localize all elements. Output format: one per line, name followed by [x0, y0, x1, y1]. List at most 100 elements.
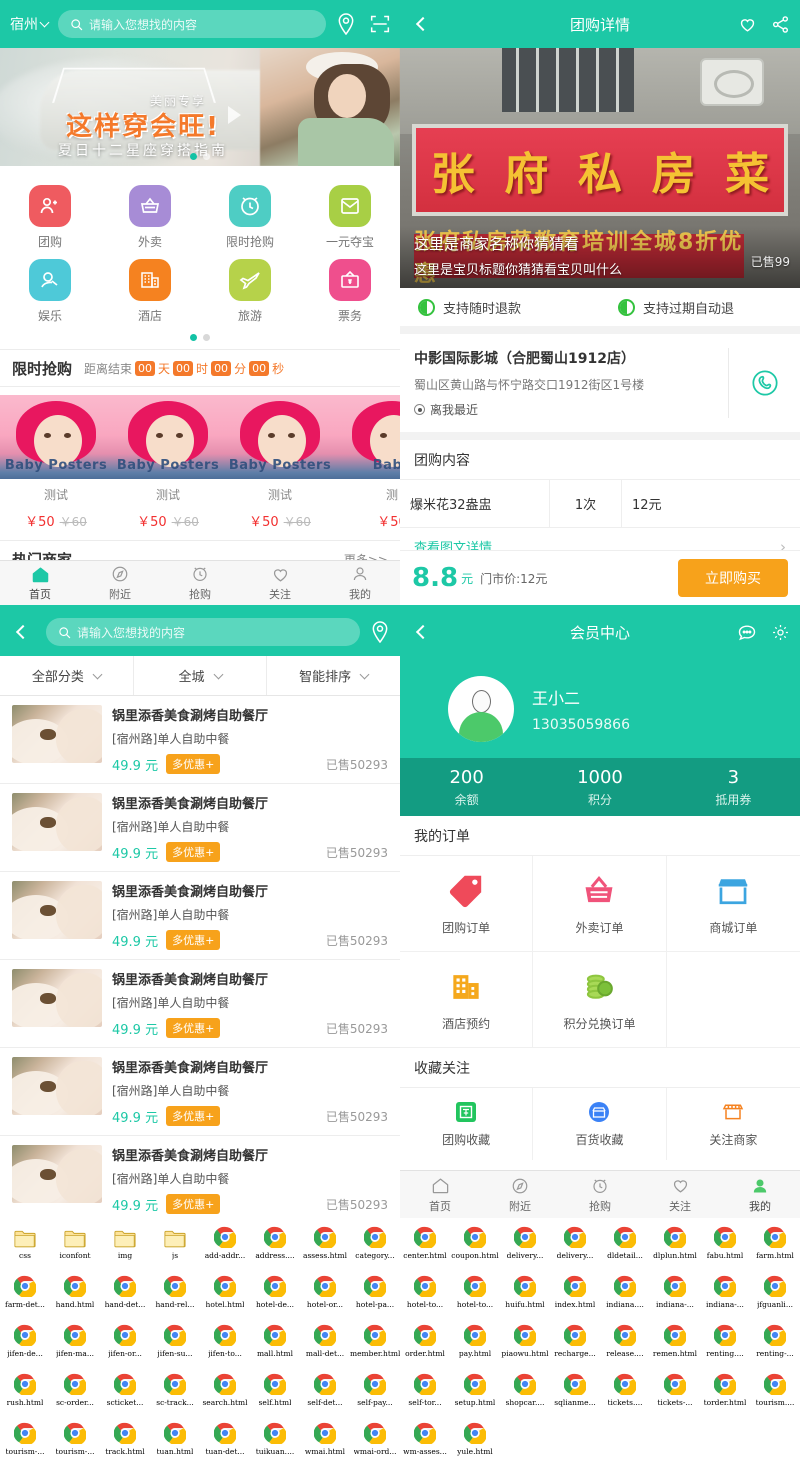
html-file-item[interactable]: setup.html	[450, 1369, 500, 1418]
tab-follow[interactable]: 关注	[240, 564, 320, 602]
banner-dot[interactable]	[203, 153, 210, 160]
tab-home[interactable]: 首页	[0, 564, 80, 602]
html-file-item[interactable]: jfguanli...	[750, 1271, 800, 1320]
category-one-yuan[interactable]: 一元夺宝	[300, 180, 400, 254]
html-file-item[interactable]: indiana-...	[650, 1271, 700, 1320]
html-file-item[interactable]: search.html	[200, 1369, 250, 1418]
back-button[interactable]	[410, 9, 436, 39]
html-file-item[interactable]: remen.html	[650, 1320, 700, 1369]
html-file-item[interactable]: add-addr...	[200, 1222, 250, 1271]
html-file-item[interactable]: fabu.html	[700, 1222, 750, 1271]
tab-nearby[interactable]: 附近	[480, 1176, 560, 1214]
html-file-item[interactable]: self-pay...	[350, 1369, 400, 1418]
html-file-item[interactable]: tuikuan....	[250, 1418, 300, 1461]
order-points-exchange[interactable]: 积分兑换订单	[533, 952, 667, 1048]
html-file-item[interactable]: sc-order...	[50, 1369, 100, 1418]
html-file-item[interactable]: renting-...	[750, 1320, 800, 1369]
folder-item[interactable]: css	[0, 1222, 50, 1271]
html-file-item[interactable]: assess.html	[300, 1222, 350, 1271]
html-file-item[interactable]: yule.html	[450, 1418, 500, 1461]
back-button[interactable]	[10, 617, 36, 647]
order-takeout[interactable]: 外卖订单	[533, 856, 667, 952]
html-file-item[interactable]: jifen-su...	[150, 1320, 200, 1369]
stat-balance[interactable]: 200 余额	[400, 758, 533, 816]
category-hotel[interactable]: 酒店	[100, 254, 200, 328]
tab-rush[interactable]: 抢购	[160, 564, 240, 602]
html-file-item[interactable]: delivery...	[550, 1222, 600, 1271]
search-input[interactable]: 请输入您想找的内容	[58, 10, 326, 38]
search-input[interactable]: 请输入您想找的内容	[46, 618, 360, 646]
folder-item[interactable]: iconfont	[50, 1222, 100, 1271]
html-file-item[interactable]: release....	[600, 1320, 650, 1369]
html-file-item[interactable]: jifen-de...	[0, 1320, 50, 1369]
html-file-item[interactable]: tourism-...	[0, 1418, 50, 1461]
html-file-item[interactable]: torder.html	[700, 1369, 750, 1418]
scan-icon[interactable]	[370, 14, 390, 34]
tab-mine[interactable]: 我的	[320, 564, 400, 602]
html-file-item[interactable]: sqlianme...	[550, 1369, 600, 1418]
html-file-item[interactable]: wmai.html	[300, 1418, 350, 1461]
filter-sort[interactable]: 智能排序	[267, 656, 400, 695]
back-button[interactable]	[410, 617, 436, 647]
list-item[interactable]: 锅里添香美食涮烤自助餐厅 [宿州路]单人自助中餐 49.9 元 多优惠+ 已售5…	[0, 1048, 400, 1136]
html-file-item[interactable]: rush.html	[0, 1369, 50, 1418]
tab-follow[interactable]: 关注	[640, 1176, 720, 1214]
filter-area[interactable]: 全城	[134, 656, 268, 695]
html-file-item[interactable]: self-tor...	[400, 1369, 450, 1418]
html-file-item[interactable]: index.html	[550, 1271, 600, 1320]
tab-mine[interactable]: 我的	[720, 1176, 800, 1214]
buy-now-button[interactable]: 立即购买	[678, 559, 788, 597]
html-file-item[interactable]: hand-det...	[100, 1271, 150, 1320]
html-file-item[interactable]: hotel-to...	[400, 1271, 450, 1320]
tab-rush[interactable]: 抢购	[560, 1176, 640, 1214]
html-file-item[interactable]: farm-det...	[0, 1271, 50, 1320]
html-file-item[interactable]: jifen-or...	[100, 1320, 150, 1369]
html-file-item[interactable]: mall-det...	[300, 1320, 350, 1369]
html-file-item[interactable]: delivery...	[500, 1222, 550, 1271]
html-file-item[interactable]: address....	[250, 1222, 300, 1271]
list-item[interactable]: 锅里添香美食涮烤自助餐厅 [宿州路]单人自助中餐 49.9 元 多优惠+ 已售5…	[0, 784, 400, 872]
flash-item[interactable]: Baby Posters 测试 ￥50 ￥60	[112, 395, 224, 530]
html-file-item[interactable]: wmai-ord...	[350, 1418, 400, 1461]
html-file-item[interactable]: indiana-...	[700, 1271, 750, 1320]
list-item[interactable]: 锅里添香美食涮烤自助餐厅 [宿州路]单人自助中餐 49.9 元 多优惠+ 已售5…	[0, 1136, 400, 1218]
html-file-item[interactable]: dldetail...	[600, 1222, 650, 1271]
html-file-item[interactable]: hand.html	[50, 1271, 100, 1320]
category-travel[interactable]: 旅游	[200, 254, 300, 328]
flash-item[interactable]: Baby Posters 测试 ￥50 ￥60	[0, 395, 112, 530]
city-selector[interactable]: 宿州	[10, 14, 50, 34]
html-file-item[interactable]: self.html	[250, 1369, 300, 1418]
list-item[interactable]: 锅里添香美食涮烤自助餐厅 [宿州路]单人自助中餐 49.9 元 多优惠+ 已售5…	[0, 872, 400, 960]
folder-item[interactable]: img	[100, 1222, 150, 1271]
message-icon[interactable]	[737, 622, 757, 642]
flash-item[interactable]: Baby Posters 测试 ￥50 ￥60	[224, 395, 336, 530]
html-file-item[interactable]: track.html	[100, 1418, 150, 1461]
html-file-item[interactable]: tickets....	[600, 1369, 650, 1418]
avatar[interactable]	[448, 676, 514, 742]
category-dot[interactable]	[203, 334, 210, 341]
stat-coupons[interactable]: 3 抵用券	[667, 758, 800, 816]
folder-item[interactable]: js	[150, 1222, 200, 1271]
html-file-item[interactable]: tuan.html	[150, 1418, 200, 1461]
play-icon[interactable]	[228, 106, 241, 124]
html-file-item[interactable]: hand-rel...	[150, 1271, 200, 1320]
html-file-item[interactable]: dlplun.html	[650, 1222, 700, 1271]
html-file-item[interactable]: hotel-to...	[450, 1271, 500, 1320]
html-file-item[interactable]: tourism-...	[50, 1418, 100, 1461]
html-file-item[interactable]: farm.html	[750, 1222, 800, 1271]
nearest-flag[interactable]: 离我最近	[414, 401, 714, 418]
location-pin-icon[interactable]	[370, 621, 390, 643]
html-file-item[interactable]: member.html	[350, 1320, 400, 1369]
html-file-item[interactable]: tickets-...	[650, 1369, 700, 1418]
html-file-item[interactable]: jifen-to...	[200, 1320, 250, 1369]
html-file-item[interactable]: renting....	[700, 1320, 750, 1369]
html-file-item[interactable]: wm-asses...	[400, 1418, 450, 1461]
category-tickets[interactable]: 票务	[300, 254, 400, 328]
filter-category[interactable]: 全部分类	[0, 656, 134, 695]
html-file-item[interactable]: shopcar....	[500, 1369, 550, 1418]
html-file-item[interactable]: jifen-ma...	[50, 1320, 100, 1369]
fav-merchants[interactable]: 关注商家	[667, 1088, 800, 1160]
banner-dot-active[interactable]	[190, 153, 197, 160]
category-group-buy[interactable]: 团购	[0, 180, 100, 254]
html-file-item[interactable]: indiana....	[600, 1271, 650, 1320]
